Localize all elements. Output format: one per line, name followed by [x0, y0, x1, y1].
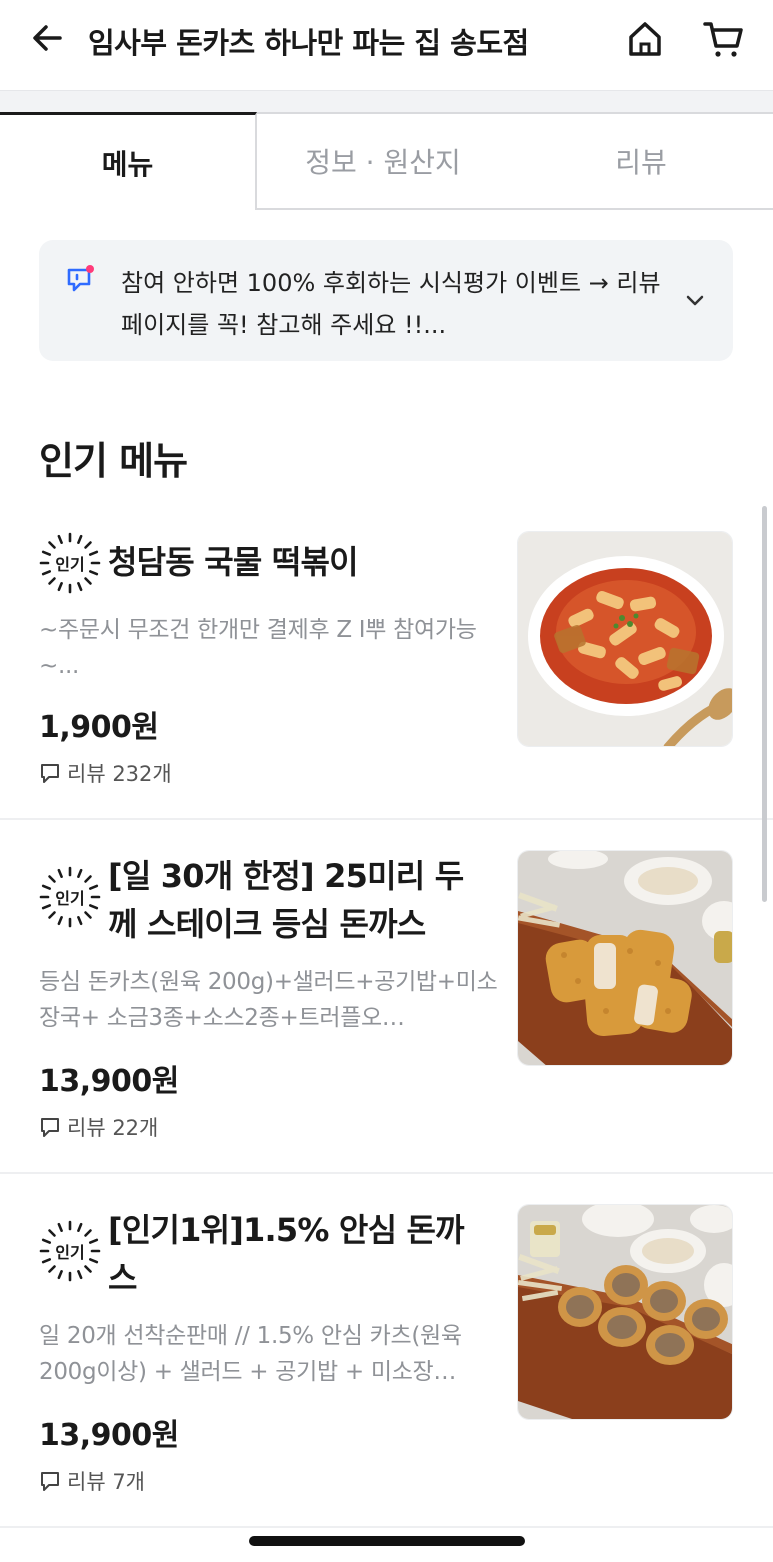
menu-item-name: [일 30개 한정] 25미리 두께 스테이크 등심 돈까스	[108, 857, 464, 943]
menu-item-review: 리뷰 232개	[39, 758, 172, 788]
arrow-left-icon	[33, 25, 62, 51]
menu-item-name: 청담동 국물 떡볶이	[108, 543, 359, 581]
menu-item-price: 13,900원	[39, 1418, 179, 1453]
popular-badge: 인기	[39, 866, 101, 928]
back-button[interactable]	[28, 18, 68, 58]
badge-label: 인기	[55, 555, 85, 574]
menu-item-review: 리뷰 7개	[39, 1466, 145, 1496]
sirloin-katsu-image	[518, 851, 732, 1065]
tenderloin-katsu-image	[518, 1205, 732, 1419]
popular-menu-title: 인기 메뉴	[39, 439, 188, 483]
menu-item-price: 13,900원	[39, 1064, 179, 1099]
tteokbokki-image	[518, 532, 732, 746]
review-count: 리뷰 7개	[67, 1470, 145, 1494]
item-divider	[0, 1526, 773, 1528]
review-count: 리뷰 22개	[67, 1116, 159, 1140]
app-header: 임사부 돈카츠 하나만 파는 집 송도점	[0, 0, 773, 90]
tab-reviews[interactable]: 리뷰	[509, 112, 773, 210]
notice-banner[interactable]: 참여 안하면 100% 후회하는 시식평가 이벤트 → 리뷰 페이지를 꼭! 참…	[39, 240, 733, 361]
menu-item-name: [인기1위]1.5% 안심 돈까스	[108, 1211, 465, 1297]
tab-info-origin[interactable]: 정보 · 원산지	[257, 112, 509, 210]
tab-bar: 메뉴 정보 · 원산지 리뷰	[0, 112, 773, 210]
scrollbar[interactable]	[762, 506, 767, 902]
message-icon	[67, 265, 94, 292]
store-title: 임사부 돈카츠 하나만 파는 집 송도점	[88, 26, 529, 60]
badge-label: 인기	[55, 1243, 85, 1262]
home-indicator[interactable]	[249, 1536, 525, 1546]
menu-item-description: 등심 돈카츠(원육 200g)+샐러드+공기밥+미소장국+ 소금3종+소스2종+…	[39, 969, 498, 1031]
menu-item-photo[interactable]	[517, 1204, 733, 1420]
comment-icon	[41, 1472, 59, 1491]
tab-menu[interactable]: 메뉴	[0, 112, 257, 210]
comment-icon	[41, 764, 59, 783]
cart-icon	[703, 22, 743, 57]
chevron-down-icon[interactable]	[681, 286, 709, 314]
menu-item[interactable]: 인기 청담동 국물 떡볶이 ~주문시 무조건 한개만 결제후 Z I뿌 참여가능…	[0, 530, 773, 818]
menu-item-price: 1,900원	[39, 710, 159, 745]
home-icon	[629, 22, 661, 56]
menu-item-photo[interactable]	[517, 850, 733, 1066]
review-count: 리뷰 232개	[67, 762, 172, 786]
header-divider	[0, 90, 773, 112]
menu-item-photo[interactable]	[517, 531, 733, 747]
item-divider	[0, 1172, 773, 1174]
popular-badge: 인기	[39, 1220, 101, 1282]
badge-label: 인기	[55, 889, 85, 908]
item-divider	[0, 818, 773, 820]
menu-item[interactable]: 인기 [일 30개 한정] 25미리 두께 스테이크 등심 돈까스 등심 돈카츠…	[0, 850, 773, 1172]
menu-item-review: 리뷰 22개	[39, 1112, 158, 1142]
popular-badge: 인기	[39, 532, 101, 594]
cart-button[interactable]	[700, 18, 746, 60]
menu-item-description: ~주문시 무조건 한개만 결제후 Z I뿌 참여가능~...	[39, 617, 477, 679]
comment-icon	[41, 1118, 59, 1137]
menu-item[interactable]: 인기 [인기1위]1.5% 안심 돈까스 일 20개 선착순판매 // 1.5%…	[0, 1204, 773, 1526]
menu-item-description: 일 20개 선착순판매 // 1.5% 안심 카츠(원육 200g이상) + 샐…	[39, 1323, 462, 1385]
home-button[interactable]	[624, 18, 666, 60]
notice-text: 참여 안하면 100% 후회하는 시식평가 이벤트 → 리뷰 페이지를 꼭! 참…	[121, 269, 661, 339]
